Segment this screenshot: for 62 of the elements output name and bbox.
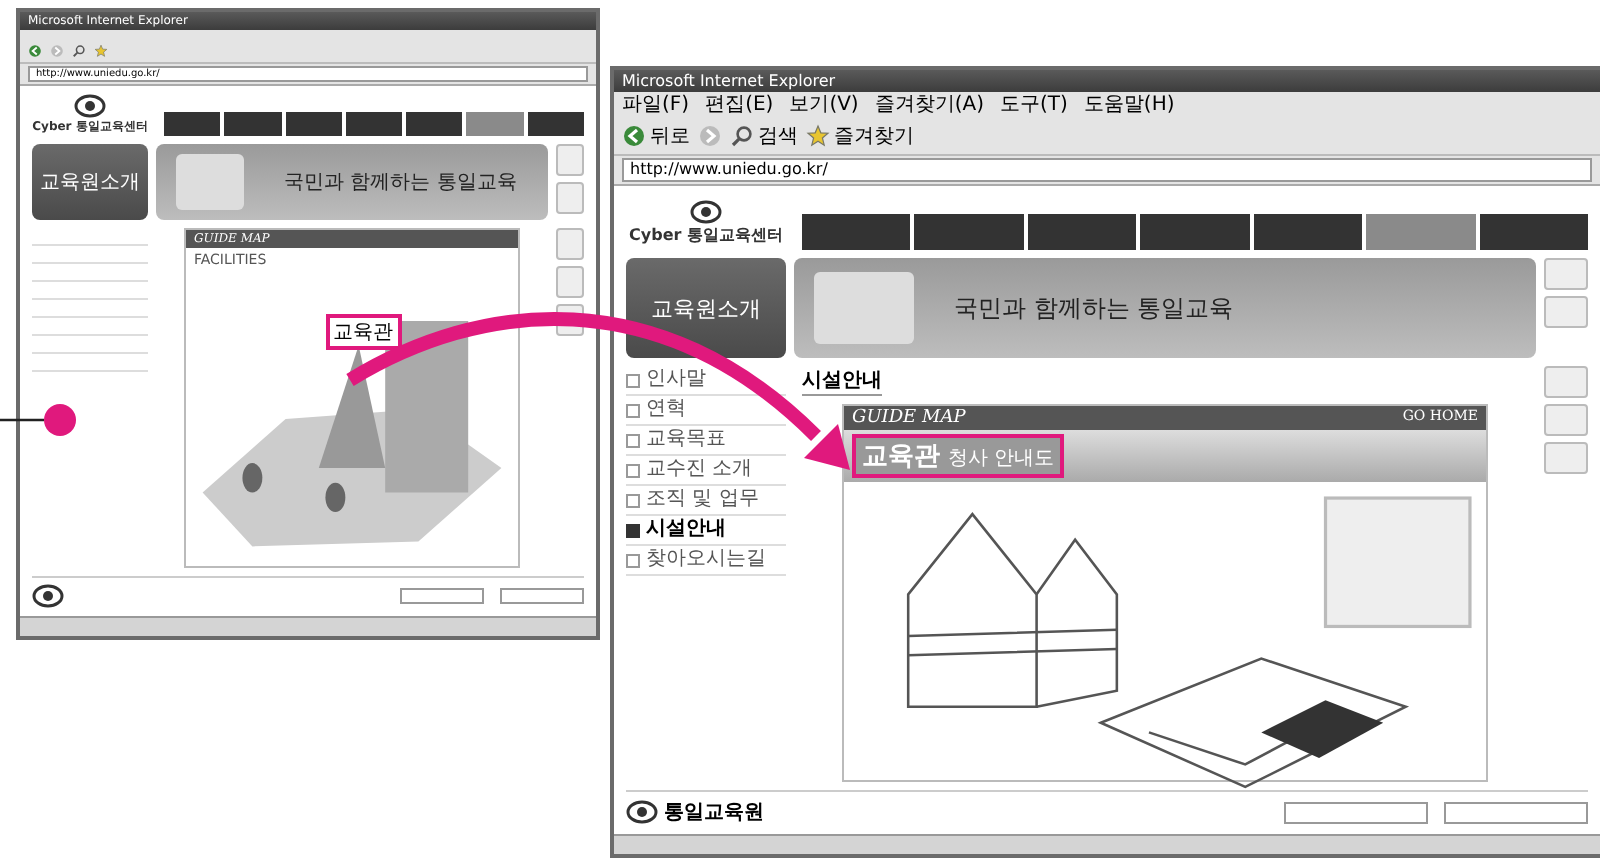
search-icon[interactable] — [730, 124, 754, 148]
back-icon[interactable] — [28, 44, 42, 58]
toolbar-button[interactable]: 뒤로 — [622, 122, 690, 150]
sidebar-item[interactable]: 인사말 — [626, 366, 786, 396]
menu-item[interactable]: 도움말(H) — [1083, 92, 1175, 118]
sidebar-item[interactable]: 조직 및 업무 — [626, 486, 786, 516]
forward-icon[interactable] — [50, 44, 64, 58]
logo-icon — [626, 800, 658, 824]
footer-logo: 통일교육원 — [664, 800, 764, 826]
logo-icon — [32, 584, 64, 608]
banner-slogan: 국민과 함께하는 통일교육 — [284, 170, 517, 196]
logo-icon — [690, 199, 722, 223]
dropdown-field[interactable] — [400, 588, 484, 604]
plan-heading: 교육관 청사 안내도 — [852, 434, 1065, 478]
side-banner[interactable] — [556, 144, 584, 176]
forward-icon[interactable] — [698, 124, 722, 148]
side-banner[interactable] — [1544, 366, 1588, 398]
nav-tab[interactable] — [224, 111, 282, 135]
illustration-placeholder — [814, 272, 914, 344]
address-field[interactable]: http://www.uniedu.go.kr/ — [622, 158, 1592, 182]
menu-item[interactable]: 편집(E) — [705, 92, 774, 118]
toolbar-button[interactable]: 검색 — [730, 122, 798, 150]
logo-icon — [74, 94, 106, 118]
dropdown-field[interactable] — [500, 588, 584, 604]
sidebar-item[interactable]: 연혁 — [626, 396, 786, 426]
side-banner[interactable] — [556, 228, 584, 260]
illustration-placeholder — [176, 154, 244, 210]
window-title: Microsoft Internet Explorer — [614, 70, 1600, 92]
menu-item[interactable]: 보기(V) — [789, 92, 859, 118]
sidebar-item[interactable]: 교수진 소개 — [626, 456, 786, 486]
sidebar-item[interactable]: 시설안내 — [626, 516, 786, 546]
menu-item[interactable]: 도구(T) — [1000, 92, 1068, 118]
sidebar-item[interactable]: 교육목표 — [626, 426, 786, 456]
dropdown-field[interactable] — [1444, 801, 1588, 823]
side-banner[interactable] — [1544, 442, 1588, 474]
menu-item[interactable]: 파일(F) — [622, 92, 690, 118]
toolbar-button[interactable]: 즐겨찾기 — [806, 122, 914, 150]
nav-tab[interactable] — [527, 111, 584, 135]
side-banner[interactable] — [556, 182, 584, 214]
menu-item[interactable]: 즐겨찾기(A) — [874, 92, 984, 118]
panel-title: GUIDE MAP — [852, 408, 966, 428]
back-icon[interactable] — [622, 124, 646, 148]
building-label[interactable]: 교육관 — [325, 313, 402, 350]
section-title: 교육원소개 — [626, 258, 786, 358]
side-banner[interactable] — [1544, 258, 1588, 290]
nav-tab[interactable] — [164, 111, 221, 135]
nav-tab[interactable] — [345, 111, 403, 135]
side-banner[interactable] — [1544, 296, 1588, 328]
section-title: 교육원소개 — [32, 144, 148, 220]
star-icon[interactable] — [806, 124, 830, 148]
side-banner[interactable] — [556, 266, 584, 298]
banner-slogan: 국민과 함께하는 통일교육 — [954, 291, 1234, 325]
pointer-dot-drawing — [0, 404, 76, 436]
search-icon[interactable] — [72, 44, 86, 58]
nav-tab[interactable] — [406, 111, 463, 135]
side-banner[interactable] — [1544, 404, 1588, 436]
sidebar-item[interactable]: 찾아오시는길 — [626, 546, 786, 576]
site-logo[interactable]: Cyber 통일교육센터 — [629, 223, 783, 245]
page-heading: 시설안내 — [802, 366, 882, 396]
star-icon[interactable] — [94, 44, 108, 58]
nav-tab[interactable] — [285, 111, 342, 135]
dropdown-field[interactable] — [1284, 801, 1428, 823]
